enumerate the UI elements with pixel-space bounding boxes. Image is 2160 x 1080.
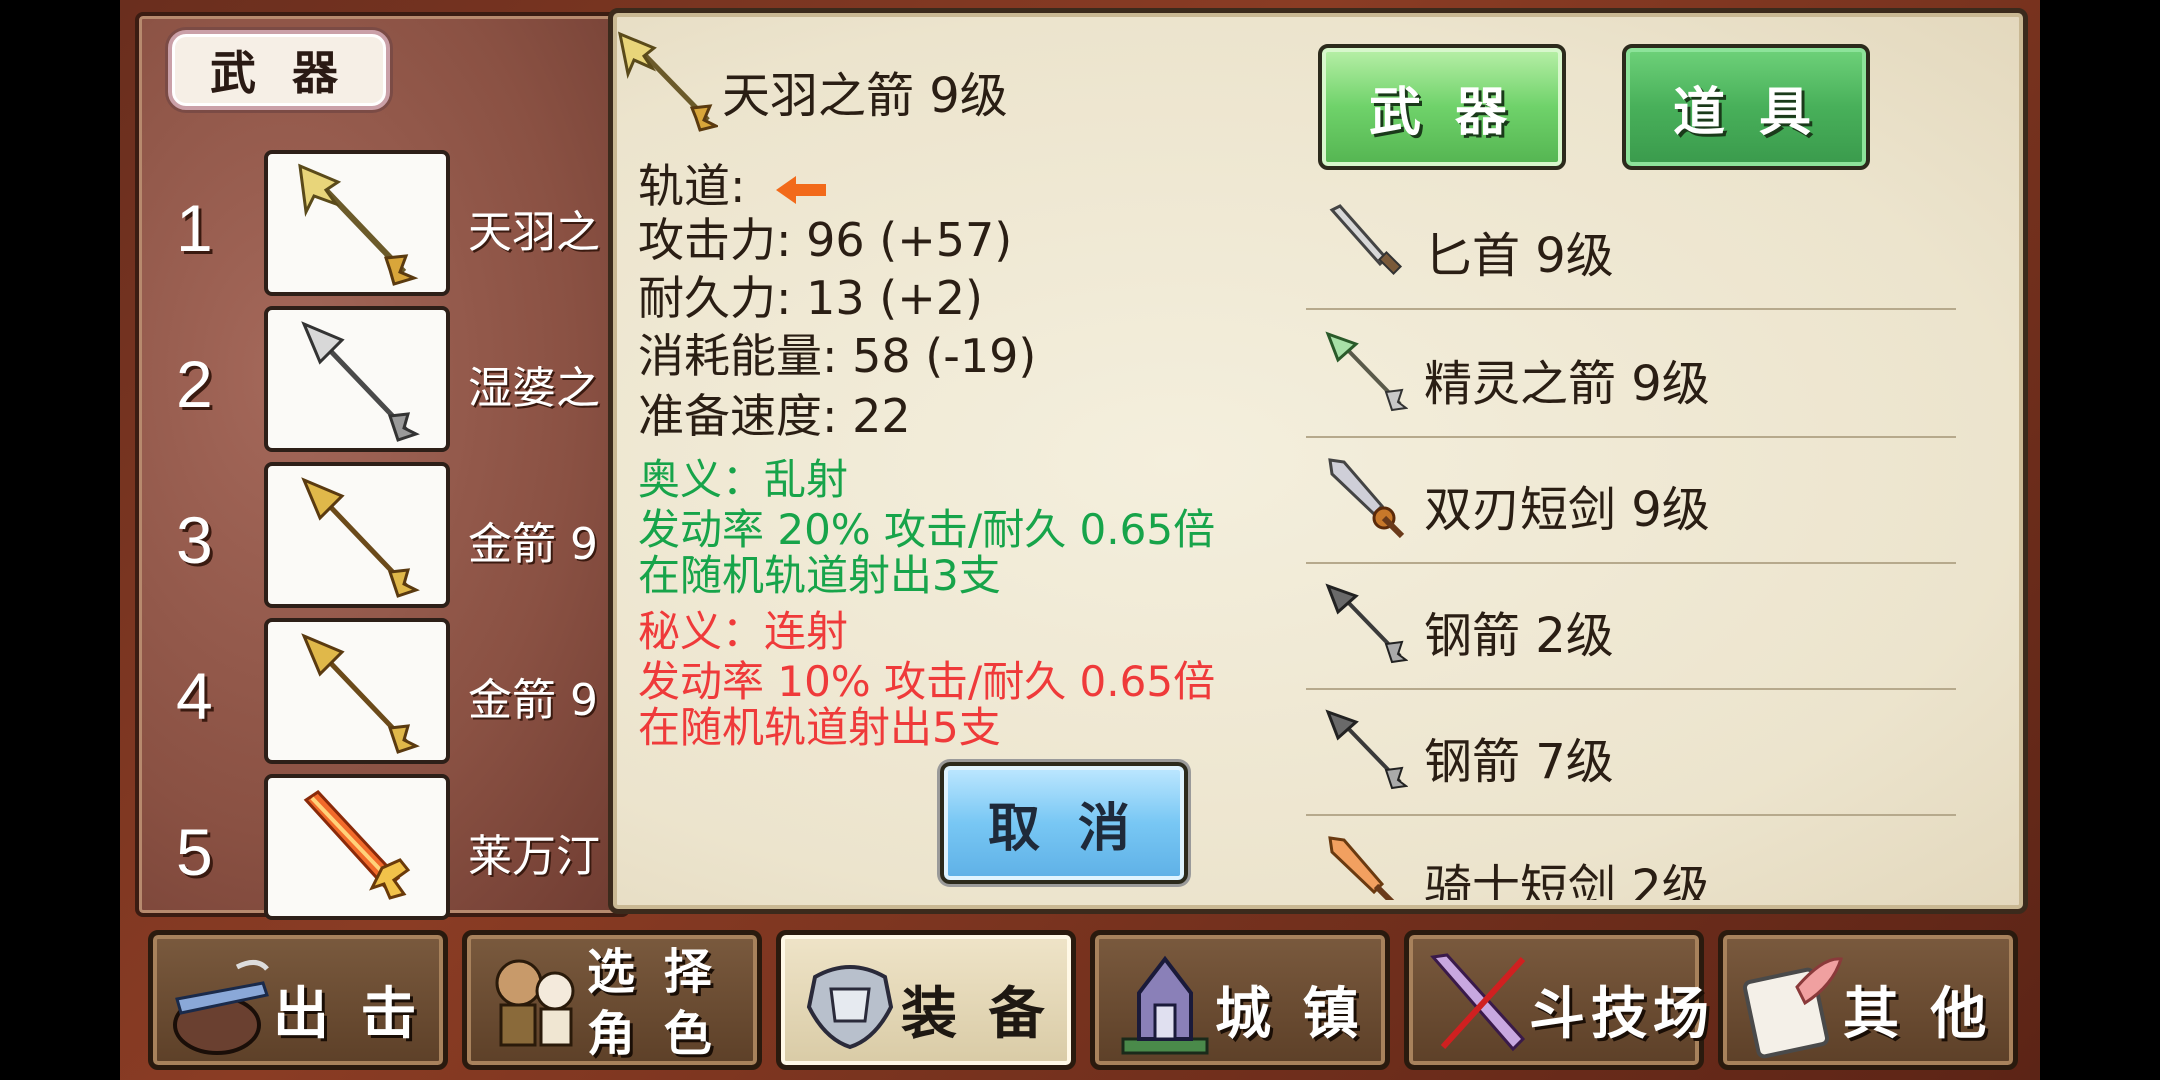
gold-arrow-icon: [301, 633, 420, 754]
dagger-icon: [1329, 204, 1403, 276]
slot-number: 1: [176, 191, 213, 265]
slot-number: 3: [176, 503, 213, 577]
weapons-header: 武 器: [168, 30, 390, 110]
golden-winged-arrow-icon: [298, 163, 419, 286]
slot-card[interactable]: [264, 774, 450, 920]
nav-label-line1: 选 择: [587, 944, 718, 1000]
scroll-quill-icon: [1742, 957, 1843, 1059]
town-icon: [1121, 955, 1209, 1055]
left-arrow-icon: [776, 175, 827, 204]
cancel-button[interactable]: 取 消: [940, 762, 1188, 884]
item-name: 匕首 9级: [1424, 228, 1614, 284]
nav-town[interactable]: 城 镇: [1090, 930, 1390, 1070]
slot-name: 湿婆之: [468, 363, 600, 414]
nav-label: 城 镇: [1215, 982, 1365, 1047]
inventory-item[interactable]: 精灵之箭 9级: [1306, 310, 1956, 438]
knight-sword-icon: [1328, 836, 1395, 900]
durability-stat: 耐久力: 13 (+2): [638, 271, 983, 325]
gold-arrow-icon: [301, 477, 420, 598]
slot-card[interactable]: [264, 462, 450, 608]
slot-name: 天羽之: [468, 207, 600, 258]
item-name: 骑士短剑 2级: [1424, 860, 1710, 900]
weapon-slot-4[interactable]: 4 金箭 9: [150, 618, 630, 768]
nav-equipment[interactable]: 装 备: [776, 930, 1076, 1070]
slot-card[interactable]: [264, 306, 450, 452]
elf-arrow-icon: [1325, 331, 1408, 412]
item-name: 钢箭 2级: [1424, 608, 1614, 664]
item-name: 精灵之箭 9级: [1424, 356, 1710, 412]
item-name: 钢箭 7级: [1424, 734, 1614, 790]
weapon-slot-5[interactable]: 5 莱万汀: [150, 774, 630, 924]
inventory-item[interactable]: 钢箭 2级: [1306, 562, 1956, 690]
nav-other[interactable]: 其 他: [1718, 930, 2018, 1070]
energy-stat: 消耗能量: 58 (-19): [638, 329, 1037, 383]
flame-sword-icon: [303, 790, 411, 900]
slot-card[interactable]: [264, 618, 450, 764]
sortie-icon: [173, 960, 269, 1055]
weapon-slot-1[interactable]: 1 天羽之: [150, 150, 630, 300]
inventory-item[interactable]: 骑士短剑 2级: [1306, 814, 1956, 900]
nav-label-line2: 角 色: [587, 1006, 718, 1062]
item-title: 天羽之箭 9级: [722, 68, 1008, 124]
twin-blade-icon: [1328, 458, 1405, 539]
skill1-line2: 在随机轨道射出3支: [638, 551, 1001, 600]
slot-name: 莱万汀: [468, 831, 600, 882]
steel-arrow-icon: [1325, 709, 1408, 790]
nav-label: 出 击: [273, 982, 423, 1047]
inventory-item[interactable]: 匕首 9级: [1306, 182, 1956, 310]
skill2-line2: 在随机轨道射出5支: [638, 703, 1001, 752]
armor-icon: [806, 965, 894, 1050]
slot-number: 4: [176, 659, 213, 733]
nav-label: 选 择 角 色: [587, 941, 737, 1065]
inventory-item[interactable]: 钢箭 7级: [1306, 688, 1956, 816]
weapon-slot-2[interactable]: 2 湿婆之: [150, 306, 630, 456]
nav-label: 装 备: [901, 982, 1051, 1047]
nav-label: 其 他: [1843, 982, 1993, 1047]
speed-stat: 准备速度: 22: [638, 389, 911, 443]
slot-number: 5: [176, 815, 213, 889]
slot-card[interactable]: [264, 150, 450, 296]
tab-items[interactable]: 道 具: [1622, 44, 1870, 170]
character-select-icon: [495, 959, 575, 1047]
slot-number: 2: [176, 347, 213, 421]
item-name: 双刃短剑 9级: [1424, 482, 1710, 538]
steel-spear-arrow-icon: [301, 321, 420, 442]
slot-name: 金箭 9: [468, 675, 598, 726]
golden-winged-arrow-icon: [617, 31, 718, 132]
nav-label: 斗技场: [1529, 982, 1715, 1047]
attack-stat: 攻击力: 96 (+57): [638, 213, 1013, 267]
weapon-slot-3[interactable]: 3 金箭 9: [150, 462, 630, 612]
slot-name: 金箭 9: [468, 519, 598, 570]
inventory-item[interactable]: 双刃短剑 9级: [1306, 436, 1956, 564]
arena-swords-icon: [1430, 953, 1526, 1052]
nav-character-select[interactable]: 选 择 角 色: [462, 930, 762, 1070]
nav-arena[interactable]: 斗技场: [1404, 930, 1709, 1070]
tab-weapons[interactable]: 武 器: [1318, 44, 1566, 170]
nav-sortie[interactable]: 出 击: [148, 930, 448, 1070]
steel-arrow-icon: [1325, 583, 1408, 664]
